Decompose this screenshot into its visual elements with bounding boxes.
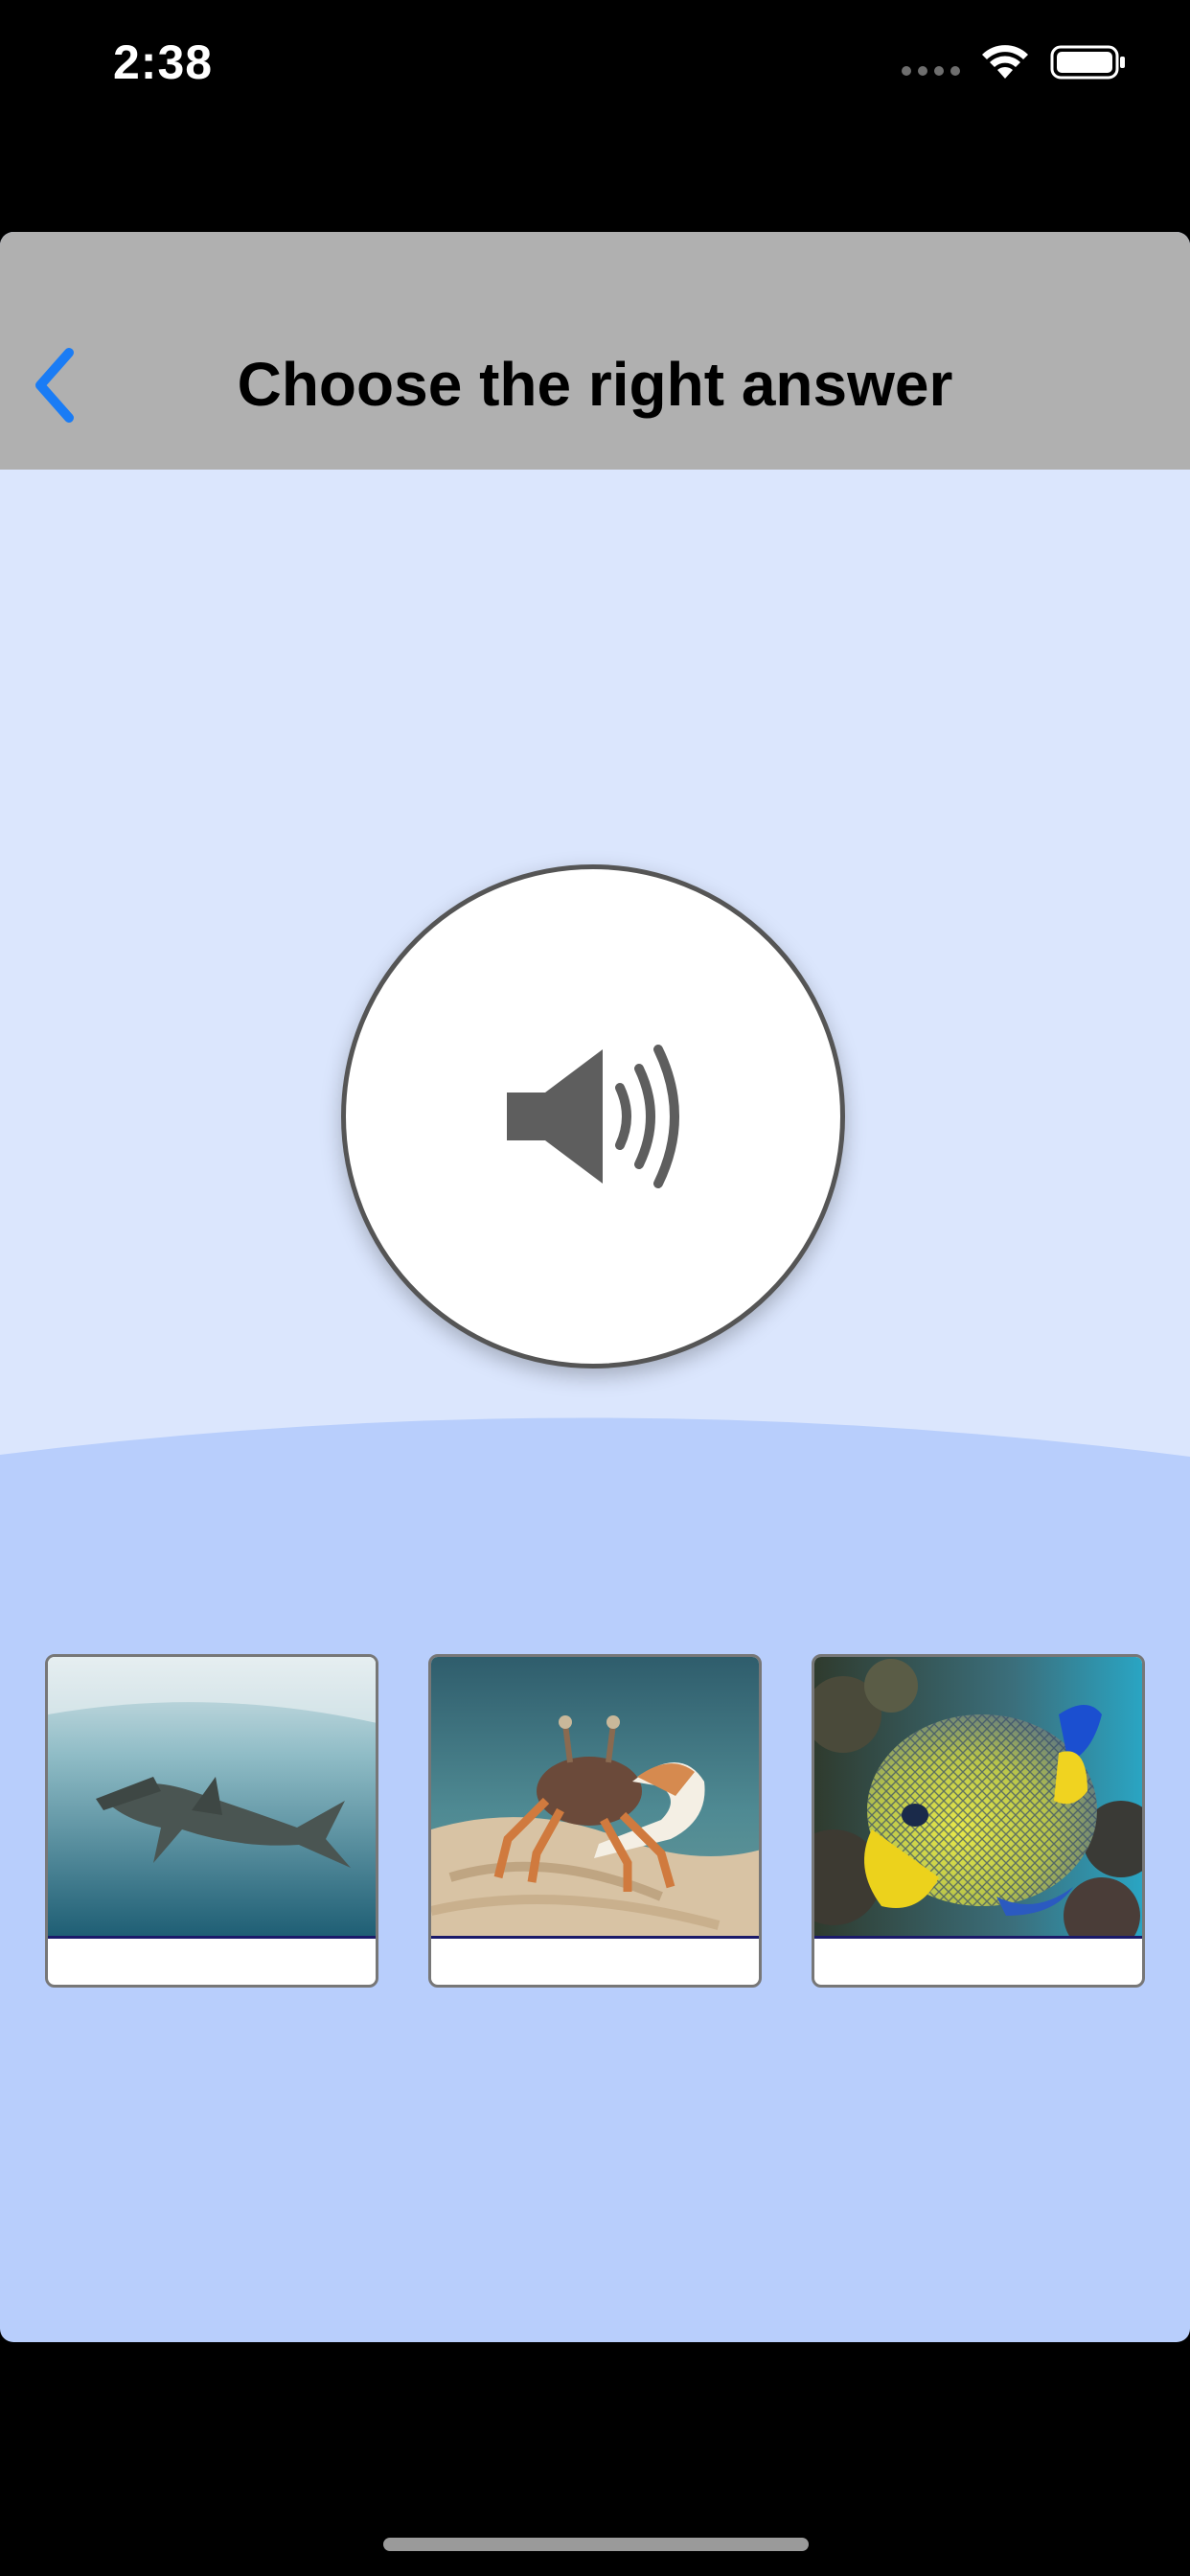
choice-fiddler-crab[interactable] <box>428 1654 762 1988</box>
wifi-icon <box>982 45 1028 79</box>
prompt-area <box>0 470 1190 1524</box>
answer-choices <box>0 1654 1190 1990</box>
choice-hammerhead-shark[interactable] <box>45 1654 378 1988</box>
battery-icon <box>1050 45 1125 80</box>
page-title: Choose the right answer <box>237 350 953 419</box>
status-icons <box>902 44 1127 80</box>
navigation-bar: Choose the right answer <box>0 232 1190 470</box>
screen: 2:38 Choose the right answer <box>0 0 1190 2576</box>
choice-angelfish[interactable] <box>812 1654 1145 1988</box>
cellular-signal-icon <box>902 49 960 76</box>
hammerhead-shark-image <box>48 1657 376 1939</box>
speaker-volume-icon <box>507 1045 679 1188</box>
fiddler-crab-image <box>431 1657 759 1939</box>
status-time: 2:38 <box>113 35 214 89</box>
quiz-card: Choose the right answer <box>0 232 1190 2342</box>
angelfish-image <box>814 1657 1142 1939</box>
home-indicator[interactable] <box>383 2538 809 2551</box>
play-sound-button[interactable] <box>341 864 845 1368</box>
